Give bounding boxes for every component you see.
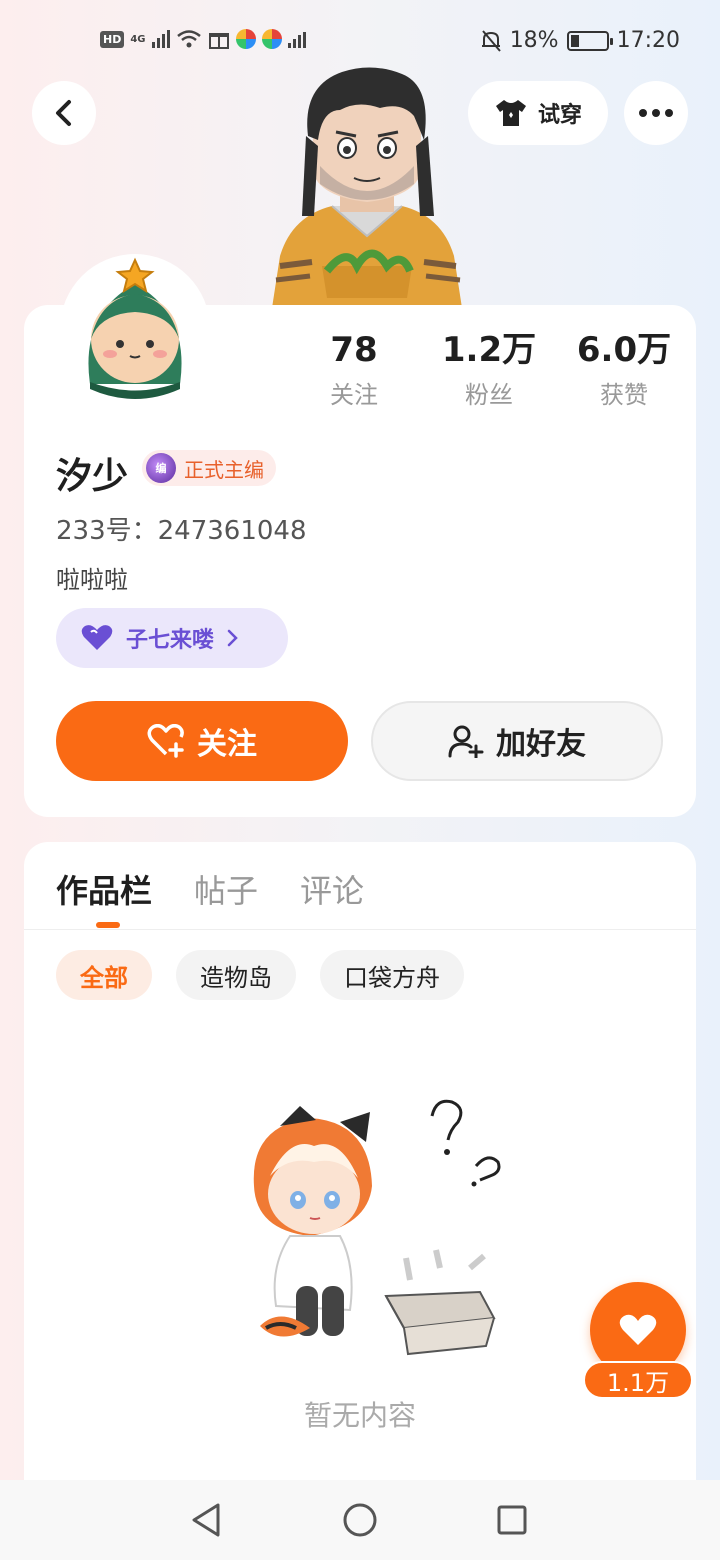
user-name: 汐少: [56, 456, 129, 497]
back-button[interactable]: [32, 81, 96, 145]
tshirt-icon: [495, 100, 526, 126]
mute-bell-icon: [481, 29, 501, 52]
square-recents-icon: [497, 1505, 527, 1535]
signal-label: 4G: [130, 33, 146, 45]
stat-followers[interactable]: 1.2万 粉丝: [429, 329, 549, 410]
user-avatar-image: [88, 257, 182, 399]
heart-plus-icon: [147, 724, 184, 758]
user-id[interactable]: 233号：247361048: [56, 510, 307, 547]
editor-badge-icon: 编: [146, 453, 176, 483]
app-notification-icon: [235, 29, 256, 49]
filter-chips: 全部 造物岛 口袋方舟: [56, 950, 464, 1000]
chevron-left-icon: [56, 100, 71, 126]
try-on-button[interactable]: 试穿: [468, 81, 608, 145]
chip-creation-island[interactable]: 造物岛: [176, 950, 296, 1000]
fan-group-pill[interactable]: 子七来喽: [56, 608, 288, 668]
add-friend-label: 加好友: [496, 727, 586, 762]
more-dot-icon: [639, 109, 647, 117]
editor-badge-label: 正式主编: [184, 457, 264, 482]
nav-back-button[interactable]: [186, 1500, 226, 1540]
clock: 17:20: [616, 28, 680, 53]
empty-state-text: 暂无内容: [303, 1399, 416, 1432]
floating-like-count: 1.1万: [583, 1361, 693, 1399]
stat-value: 1.2万: [441, 330, 537, 370]
nav-home-button[interactable]: [340, 1500, 380, 1540]
empty-state-illustration: [253, 1099, 501, 1356]
chevron-right-icon: [227, 629, 238, 647]
status-icons-left: HD 4G: [100, 28, 306, 50]
stat-label: 关注: [330, 381, 378, 409]
signal-icon-secondary: [287, 30, 306, 48]
user-bio: 啦啦啦: [56, 566, 128, 594]
more-dot-icon: [665, 109, 673, 117]
follow-button[interactable]: 关注: [56, 701, 348, 781]
stat-label: 获赞: [600, 381, 648, 409]
system-nav-bar: [0, 1480, 720, 1560]
chip-pocket-ark[interactable]: 口袋方舟: [320, 950, 464, 1000]
hd-indicator: HD: [100, 30, 125, 48]
tabs-divider: [24, 929, 696, 930]
tab-works[interactable]: 作品栏: [56, 866, 152, 912]
status-icons-right: 18% 17:20: [480, 28, 680, 53]
content-card: 作品栏 帖子 评论 全部 造物岛 口袋方舟 暂无内容: [24, 842, 696, 1502]
add-friend-button[interactable]: 加好友: [371, 701, 663, 781]
heart-icon: [81, 625, 113, 650]
stat-value: 78: [330, 330, 378, 370]
add-user-icon: [448, 725, 484, 758]
triangle-back-icon: [192, 1503, 220, 1537]
heart-icon: [619, 1314, 657, 1345]
circle-home-icon: [343, 1503, 377, 1537]
content-tabs: 作品栏 帖子 评论: [56, 866, 364, 912]
more-dot-icon: [652, 109, 660, 117]
profile-stats: 78 关注 1.2万 粉丝 6.0万 获赞: [294, 329, 684, 410]
try-on-label: 试穿: [537, 103, 582, 128]
stat-likes[interactable]: 6.0万 获赞: [564, 329, 684, 410]
active-tab-indicator: [96, 922, 120, 928]
nav-recents-button[interactable]: [492, 1500, 532, 1540]
chip-all[interactable]: 全部: [56, 950, 152, 1000]
tab-comments[interactable]: 评论: [300, 866, 364, 912]
follow-label: 关注: [197, 727, 257, 762]
stat-following[interactable]: 78 关注: [294, 329, 414, 410]
editor-badge[interactable]: 编 正式主编: [142, 450, 276, 486]
app-notification-icon: [261, 29, 282, 49]
signal-icon: [151, 30, 170, 48]
avatar-3d-character[interactable]: [262, 66, 472, 308]
fan-group-label: 子七来喽: [126, 628, 215, 653]
battery-percent: 18%: [509, 28, 559, 53]
tab-posts[interactable]: 帖子: [194, 866, 258, 912]
gift-icon: [208, 33, 229, 49]
more-options-button[interactable]: [624, 81, 688, 145]
wifi-icon: [176, 30, 201, 48]
stat-value: 6.0万: [576, 330, 672, 370]
stat-label: 粉丝: [465, 381, 513, 409]
avatar[interactable]: [60, 254, 210, 404]
battery-icon: [566, 30, 613, 51]
